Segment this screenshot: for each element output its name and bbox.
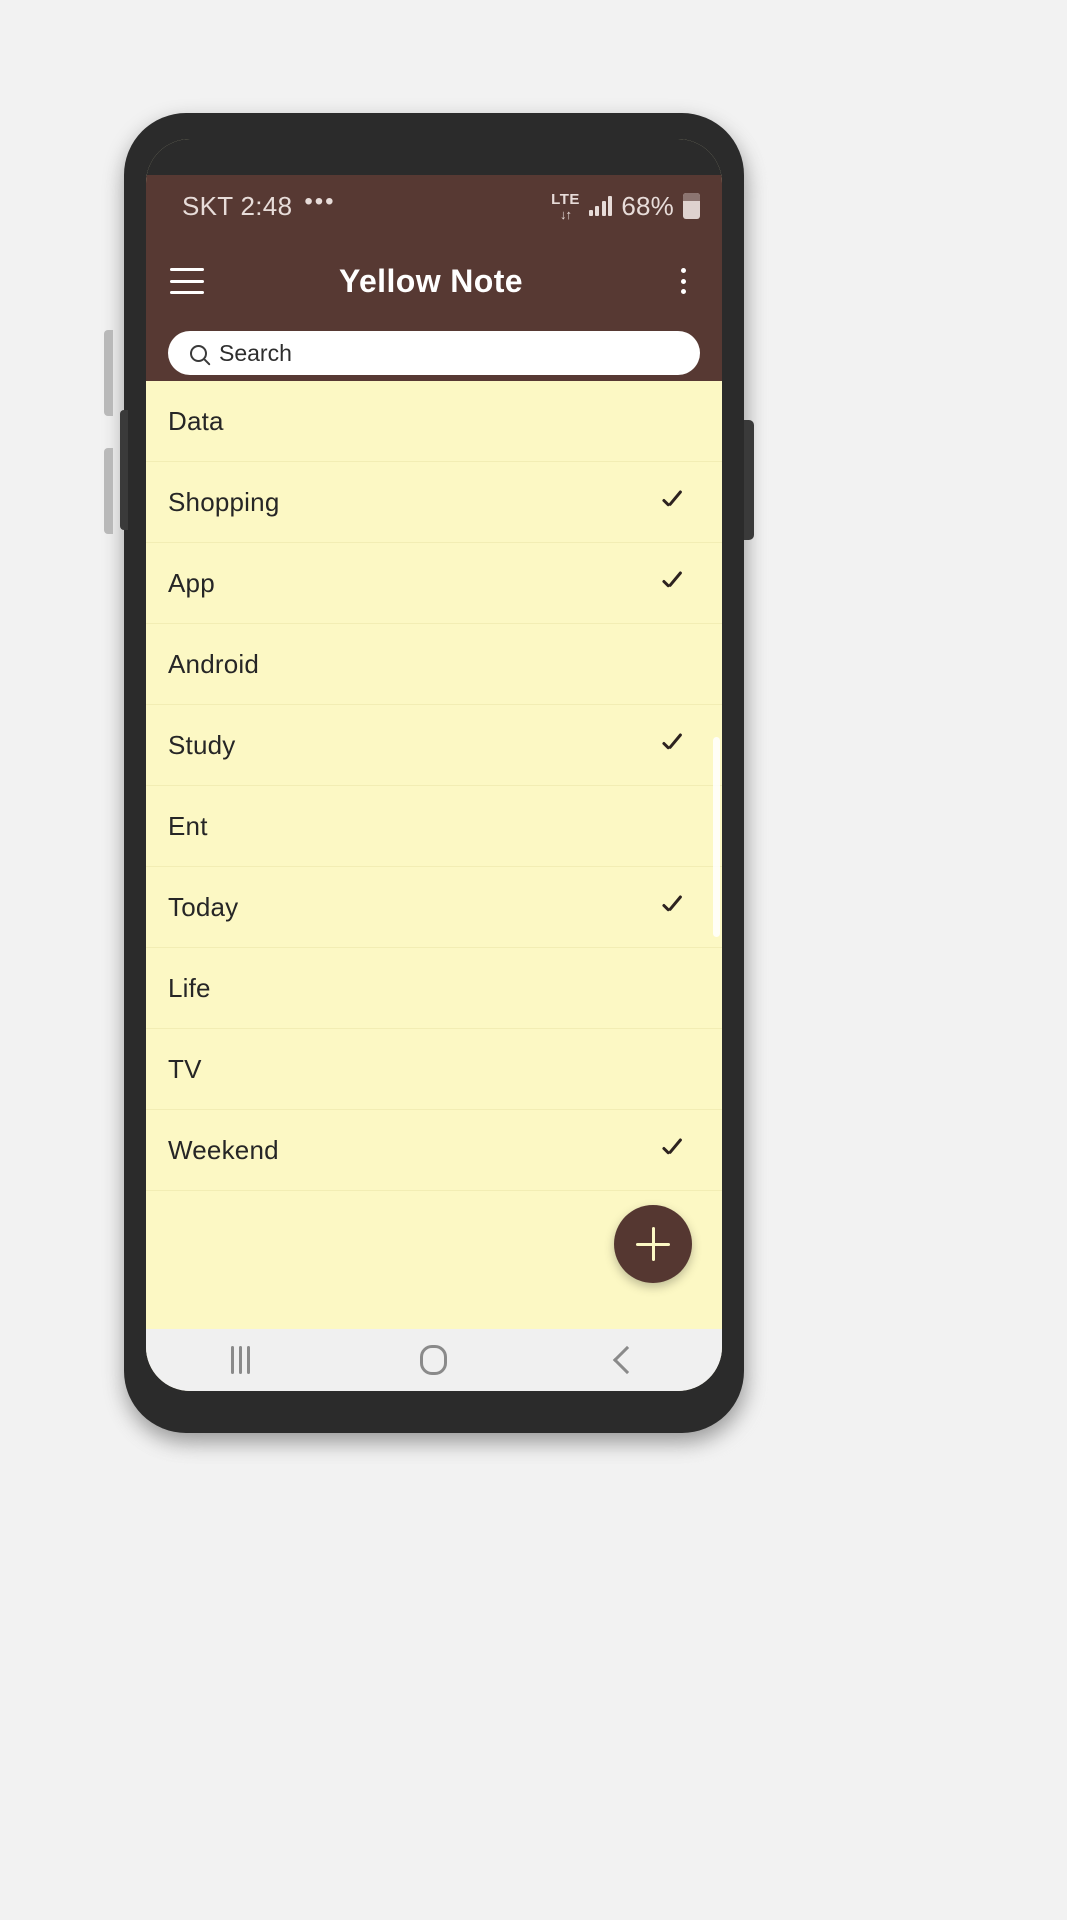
search-icon xyxy=(190,344,207,362)
checkmark-icon xyxy=(662,495,688,509)
system-navigation-bar xyxy=(146,1329,722,1391)
bixby-button[interactable] xyxy=(120,410,128,530)
note-list-item-label: Ent xyxy=(168,810,208,841)
status-bar-left: SKT 2:48 ••• xyxy=(182,188,336,222)
volume-up-button[interactable] xyxy=(104,330,113,416)
search-bar-container: Search xyxy=(146,325,722,381)
note-list-item-label: Android xyxy=(168,648,260,679)
lte-label: LTE xyxy=(551,190,580,208)
notification-dots-icon: ••• xyxy=(304,188,336,215)
plus-icon xyxy=(636,1227,670,1261)
note-list-item-label: App xyxy=(168,567,215,598)
search-placeholder: Search xyxy=(219,339,292,366)
note-list-item[interactable]: TV xyxy=(146,1029,722,1110)
back-icon[interactable] xyxy=(612,1345,642,1375)
screen-bezel-top xyxy=(146,139,722,175)
note-list-item[interactable]: Life xyxy=(146,948,722,1029)
status-bar: SKT 2:48 ••• LTE ↓↑ 68% xyxy=(146,175,722,237)
note-list-item-label: Weekend xyxy=(168,1134,279,1165)
note-list-item-label: Today xyxy=(168,891,239,922)
lte-indicator: LTE ↓↑ xyxy=(551,192,580,221)
checkmark-icon xyxy=(662,900,688,914)
note-list-item[interactable]: Today xyxy=(146,867,722,948)
checkmark-icon xyxy=(662,738,688,752)
list-scrollbar[interactable] xyxy=(713,737,720,937)
search-input[interactable]: Search xyxy=(168,331,700,375)
note-list-item-label: Shopping xyxy=(168,486,280,517)
note-list-item[interactable]: Shopping xyxy=(146,462,722,543)
page-title: Yellow Note xyxy=(339,262,523,299)
checkmark-icon xyxy=(662,576,688,590)
note-list-item[interactable]: Data xyxy=(146,381,722,462)
home-icon[interactable] xyxy=(420,1345,447,1375)
note-list-item-label: Life xyxy=(168,972,211,1003)
power-button[interactable] xyxy=(744,420,754,540)
note-list-item[interactable]: App xyxy=(146,543,722,624)
app-bar: Yellow Note xyxy=(146,237,722,325)
battery-icon xyxy=(683,193,700,219)
note-list-item-label: TV xyxy=(168,1053,202,1084)
carrier-and-time: SKT 2:48 xyxy=(182,190,293,221)
hamburger-menu-icon[interactable] xyxy=(170,268,204,294)
note-list-item[interactable]: Weekend xyxy=(146,1110,722,1191)
note-list-item[interactable]: Study xyxy=(146,705,722,786)
add-note-button[interactable] xyxy=(614,1205,692,1283)
phone-screen: SKT 2:48 ••• LTE ↓↑ 68% Yellow Note Sear… xyxy=(146,139,722,1391)
screenshot-canvas: SKT 2:48 ••• LTE ↓↑ 68% Yellow Note Sear… xyxy=(0,0,1067,1920)
status-bar-right: LTE ↓↑ 68% xyxy=(551,191,700,222)
kebab-menu-icon[interactable] xyxy=(668,266,698,296)
note-list-item[interactable]: Android xyxy=(146,624,722,705)
checkmark-icon xyxy=(662,1143,688,1157)
note-list-item-label: Data xyxy=(168,405,224,436)
volume-down-button[interactable] xyxy=(104,448,113,534)
note-list-item-label: Study xyxy=(168,729,236,760)
battery-percent-label: 68% xyxy=(621,190,674,221)
note-list-item[interactable]: Ent xyxy=(146,786,722,867)
note-list[interactable]: Data Shopping App Android Study Ent Today Life T… xyxy=(146,381,722,1329)
recents-icon[interactable] xyxy=(231,1346,250,1374)
data-transfer-arrows-icon: ↓↑ xyxy=(560,206,572,222)
signal-bars-icon xyxy=(588,196,613,216)
